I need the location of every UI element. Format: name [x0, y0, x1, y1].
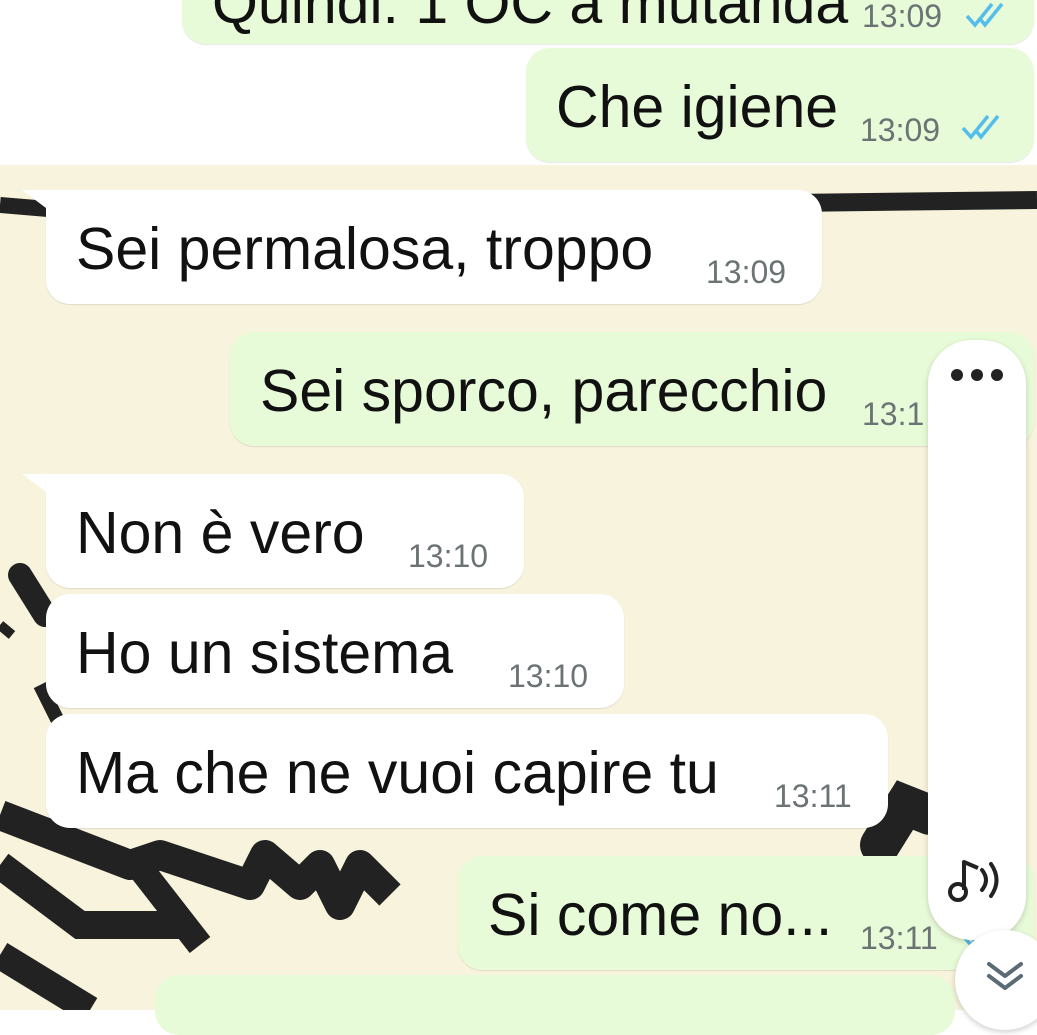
- message-bubble-outgoing[interactable]: Quindi: 1 OC a mutanda 13:09: [182, 0, 1034, 44]
- floating-side-panel: [928, 340, 1026, 940]
- message-time: 13:10: [408, 538, 489, 574]
- more-horizontal-icon[interactable]: [950, 368, 1004, 382]
- message-time: 13:09: [706, 254, 787, 290]
- message-time: 13:10: [508, 658, 589, 694]
- message-time: 13:11: [860, 920, 938, 956]
- message-text: Non è vero: [76, 500, 365, 566]
- message-time: 13:11: [774, 778, 852, 814]
- message-bubble-incoming[interactable]: Ma che ne vuoi capire tu 13:11: [46, 714, 888, 828]
- message-bubble-incoming[interactable]: Sei permalosa, troppo 13:09: [46, 190, 822, 304]
- message-bubble-incoming[interactable]: Ho un sistema 13:10: [46, 594, 624, 708]
- message-text: Che igiene: [556, 74, 839, 140]
- message-bubble-incoming[interactable]: Non è vero 13:10: [46, 474, 524, 588]
- message-text: Sei permalosa, troppo: [76, 216, 654, 282]
- read-aloud-icon[interactable]: [946, 850, 1008, 910]
- message-bubble-outgoing-partial[interactable]: [155, 975, 955, 1035]
- message-text: Sei sporco, parecchio: [260, 358, 828, 424]
- message-text: Quindi: 1 OC a mutanda: [212, 0, 849, 36]
- message-bubble-outgoing[interactable]: Che igiene 13:09: [526, 48, 1034, 162]
- message-time: 13:09: [860, 112, 941, 148]
- message-text: Si come no...: [488, 882, 833, 948]
- double-chevron-down-icon: [987, 962, 1023, 990]
- message-bubble-outgoing[interactable]: Sei sporco, parecchio 13:1: [230, 332, 1034, 446]
- read-receipt-icon: [961, 114, 1000, 140]
- read-receipt-icon: [965, 2, 1004, 28]
- message-text: Ma che ne vuoi capire tu: [76, 740, 719, 806]
- message-time: 13:1: [862, 396, 925, 432]
- message-time: 13:09: [862, 0, 943, 34]
- message-text: Ho un sistema: [76, 620, 454, 686]
